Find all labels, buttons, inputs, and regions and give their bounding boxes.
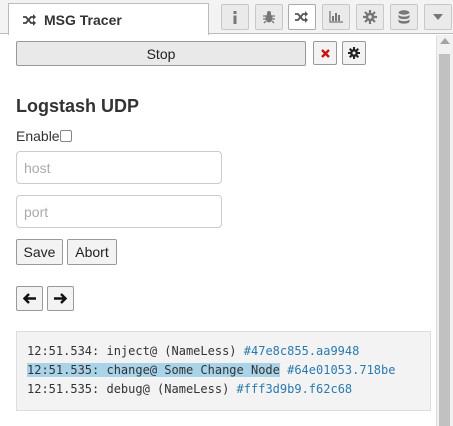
shuffle-icon <box>295 11 308 23</box>
arrow-left-icon <box>23 293 36 304</box>
enable-label: Enable <box>16 128 60 144</box>
sidebar-tab-bar: MSG Tracer <box>0 0 453 35</box>
log-time: 12:51.535: <box>27 363 100 377</box>
config-tab-button[interactable] <box>356 4 384 30</box>
gear-icon <box>363 10 377 24</box>
clear-button[interactable] <box>313 41 337 65</box>
bug-icon <box>263 11 275 24</box>
stop-button[interactable]: Stop <box>16 41 306 66</box>
context-tab-button[interactable] <box>390 4 418 30</box>
log-node-id: #64e01053.718be <box>287 363 396 377</box>
dashboard-tab-button[interactable] <box>322 4 350 30</box>
settings-button[interactable] <box>342 41 366 65</box>
shuffle-icon <box>23 13 36 26</box>
info-icon <box>233 10 237 24</box>
trace-log: 12:51.534: inject@ (NameLess) #47e8c855.… <box>16 331 431 411</box>
log-event: change@ Some Change Node <box>106 363 280 377</box>
debug-tab-button[interactable] <box>255 4 283 30</box>
log-node-id: #47e8c855.aa9948 <box>243 344 360 358</box>
log-event: debug@ (NameLess) <box>106 382 230 396</box>
log-line[interactable]: 12:51.535: debug@ (NameLess) #fff3d9b9.f… <box>17 380 430 399</box>
save-button[interactable]: Save <box>16 239 63 265</box>
log-line-selected[interactable]: 12:51.535: change@ Some Change Node #64e… <box>17 361 430 380</box>
enable-row: Enable <box>16 128 72 144</box>
abort-button[interactable]: Abort <box>67 239 117 265</box>
arrow-right-icon <box>54 293 67 304</box>
chart-icon <box>329 11 343 23</box>
forward-button[interactable] <box>47 286 74 311</box>
port-input[interactable] <box>16 195 222 228</box>
log-node-id: #fff3d9b9.f62c68 <box>236 382 353 396</box>
info-tab-button[interactable] <box>221 4 249 30</box>
back-button[interactable] <box>16 286 43 311</box>
tab-msg-tracer[interactable]: MSG Tracer <box>8 3 209 35</box>
scroll-up-arrow[interactable] <box>440 38 450 44</box>
close-icon <box>320 48 330 58</box>
log-time: 12:51.535: <box>27 382 100 396</box>
log-event: inject@ (NameLess) <box>106 344 237 358</box>
section-title: Logstash UDP <box>16 96 140 116</box>
scrollbar-thumb[interactable] <box>439 54 450 426</box>
log-time: 12:51.534: <box>27 344 100 358</box>
database-icon <box>398 10 410 24</box>
tab-menu-button[interactable] <box>424 4 452 30</box>
host-input[interactable] <box>16 151 222 184</box>
tab-label: MSG Tracer <box>44 11 122 28</box>
log-line[interactable]: 12:51.534: inject@ (NameLess) #47e8c855.… <box>17 342 430 361</box>
enable-checkbox[interactable] <box>59 130 72 142</box>
gear-icon <box>348 47 360 59</box>
caret-down-icon <box>433 14 443 20</box>
tracer-tab-button[interactable] <box>288 4 316 30</box>
